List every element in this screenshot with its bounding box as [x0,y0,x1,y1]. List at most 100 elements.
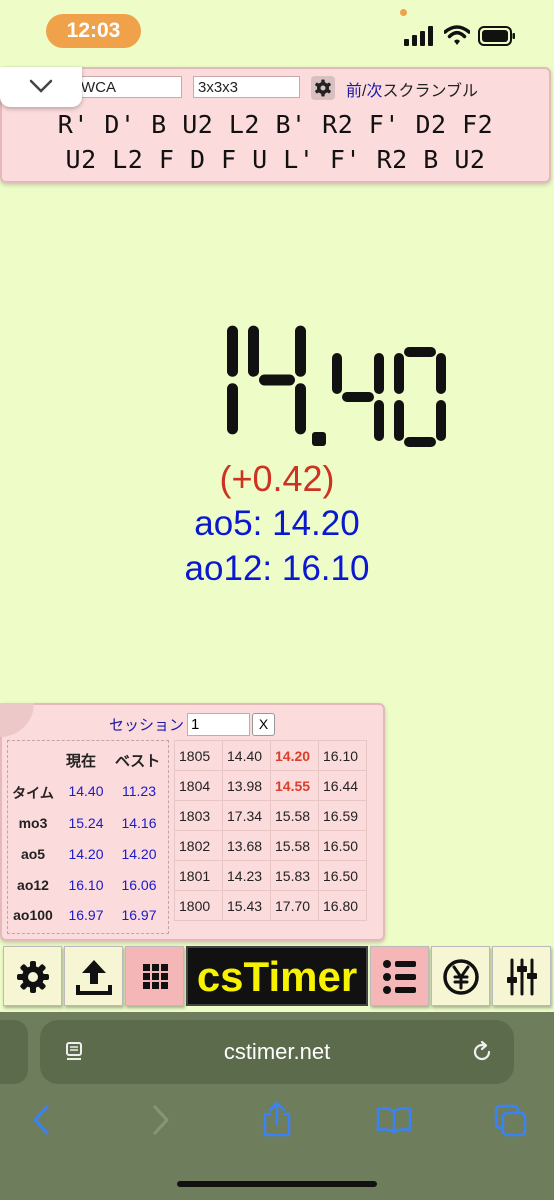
time-delta: (+0.42) [219,458,335,499]
table-row[interactable]: 1804 13.98 14.55 16.44 [174,770,367,801]
stat-best[interactable]: 16.06 [115,877,163,893]
current-header: 現在 [66,753,97,770]
solve-ao5[interactable]: 15.58 [270,830,319,861]
scramble-image-button[interactable] [125,946,184,1006]
solve-ao5[interactable]: 15.58 [270,800,319,831]
battery-icon [478,26,515,46]
settings-button[interactable] [3,946,62,1006]
solve-index[interactable]: 1801 [174,860,223,891]
gear-icon [315,79,331,97]
cellular-signal-icon [404,26,433,46]
bookmarks-icon[interactable] [376,1106,412,1134]
url-text: cstimer.net [223,1039,331,1064]
export-button[interactable] [64,946,123,1006]
previous-tab-peek[interactable] [0,1020,28,1084]
status-time: 12:03 [46,14,141,48]
stat-label: ao5 [20,846,46,862]
puzzle-group-select[interactable]: WCA [76,76,182,98]
session-select[interactable]: 1 [187,713,250,736]
prev-scramble-link[interactable]: 前 [346,83,362,100]
ao12-readout: ao12: 16.10 [184,549,370,588]
solve-time[interactable]: 17.34 [222,800,271,831]
scramble-line-1: R' D' B U2 L2 B' R2 F' D2 F2 [57,110,494,139]
solve-index[interactable]: 1802 [174,830,223,861]
home-indicator[interactable] [177,1181,377,1187]
next-scramble-link[interactable]: 次 [366,83,382,100]
ao5-readout: ao5: 14.20 [194,504,360,543]
solve-ao5[interactable]: 14.55 [270,770,319,801]
stat-current[interactable]: 16.97 [62,907,110,923]
collapse-button[interactable] [0,67,82,107]
table-row[interactable]: 1802 13.68 15.58 16.50 [174,830,367,861]
table-row[interactable]: 1801 14.23 15.83 16.50 [174,860,367,891]
stat-label: ao100 [13,907,53,923]
stat-label: ao12 [17,877,49,893]
timer-decimal-point [312,432,326,446]
stat-current[interactable]: 14.40 [62,783,110,799]
history-table: 1805 14.40 14.20 16.10 1804 13.98 14.55 … [174,740,378,934]
stat-best[interactable]: 14.16 [115,815,163,831]
solve-ao12[interactable]: 16.50 [318,830,367,861]
timer-digit [248,325,306,435]
solve-ao12[interactable]: 16.10 [318,740,367,771]
table-row[interactable]: 1800 15.43 17.70 16.80 [174,890,367,921]
solve-index[interactable]: 1803 [174,800,223,831]
scramble-settings-button[interactable] [311,76,335,100]
solve-time[interactable]: 14.23 [222,860,271,891]
list-icon [383,960,416,994]
reload-icon[interactable] [470,1040,494,1064]
page-menu-icon[interactable] [64,1041,86,1063]
session-clear-button[interactable]: X [252,713,275,736]
solve-ao5[interactable]: 15.83 [270,860,319,891]
share-icon[interactable] [262,1100,292,1138]
solve-time[interactable]: 15.43 [222,890,271,921]
stats-toggle-button[interactable] [370,946,429,1006]
stat-current[interactable]: 14.20 [62,846,110,862]
best-header: ベスト [115,753,161,770]
cstimer-logo[interactable]: csTimer [186,946,368,1006]
timer-digit [227,325,238,435]
solve-ao12[interactable]: 16.59 [318,800,367,831]
table-row[interactable]: 1805 14.40 14.20 16.10 [174,740,367,771]
table-row[interactable]: 1803 17.34 15.58 16.59 [174,800,367,831]
tools-button[interactable] [492,946,551,1006]
timer-digit [394,347,446,447]
stat-current[interactable]: 16.10 [62,877,110,893]
stat-label: mo3 [18,815,48,831]
timer-display[interactable] [176,315,446,457]
puzzle-type-select[interactable]: 3x3x3 [193,76,300,98]
export-icon [76,960,112,995]
stat-best[interactable]: 11.23 [115,783,163,799]
grid-icon [143,964,168,989]
solve-time[interactable]: 13.98 [222,770,271,801]
stat-best[interactable]: 16.97 [115,907,163,923]
gear-icon [17,961,49,993]
mic-indicator-dot [400,9,407,16]
solve-ao12[interactable]: 16.80 [318,890,367,921]
tabs-icon[interactable] [494,1104,528,1138]
stat-current[interactable]: 15.24 [62,815,110,831]
solve-index[interactable]: 1800 [174,890,223,921]
timer-digit [332,353,384,441]
scramble-label: スクランブル [382,83,479,100]
stat-label: タイム [12,785,54,801]
solve-index[interactable]: 1805 [174,740,223,771]
donate-button[interactable] [431,946,490,1006]
forward-icon[interactable] [150,1104,172,1136]
solve-time[interactable]: 14.40 [222,740,271,771]
back-icon[interactable] [30,1104,52,1136]
status-bar: 12:03 [0,0,554,64]
stat-best[interactable]: 14.20 [115,846,163,862]
solve-ao5[interactable]: 17.70 [270,890,319,921]
sliders-icon [507,958,537,996]
chevron-down-icon [29,79,53,93]
solve-ao12[interactable]: 16.44 [318,770,367,801]
scramble-line-2: U2 L2 F D F U L' F' R2 B U2 [65,145,486,174]
scramble-nav: 前/次スクランブル [346,77,478,101]
solve-time[interactable]: 13.68 [222,830,271,861]
solve-index[interactable]: 1804 [174,770,223,801]
solve-ao12[interactable]: 16.50 [318,860,367,891]
session-label: セッション [109,717,185,734]
yen-icon [443,959,479,995]
solve-ao5[interactable]: 14.20 [270,740,319,771]
